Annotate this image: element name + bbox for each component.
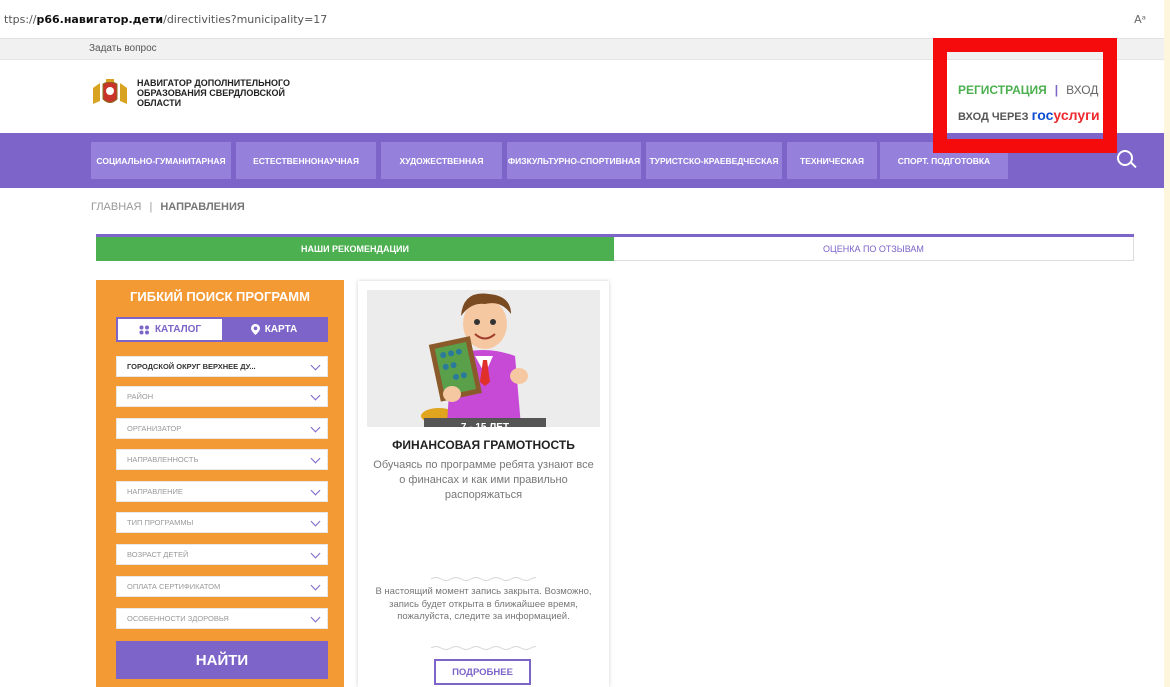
address-bar[interactable]: ttps://р66.навигатор.дети/directivities?… [0, 0, 1164, 39]
chevron-down-icon [310, 612, 321, 623]
more-details-button[interactable]: ПОДРОБНЕЕ [434, 659, 531, 685]
sort-tabs: НАШИ РЕКОМЕНДАЦИИ ОЦЕНКА ПО ОТЗЫВАМ [96, 234, 1134, 261]
nav-item-social[interactable]: СОЦИАЛЬНО-ГУМАНИТАРНАЯ [91, 142, 231, 179]
breadcrumb-current: НАПРАВЛЕНИЯ [160, 201, 245, 213]
chevron-down-icon [310, 580, 321, 591]
search-icon[interactable] [1117, 150, 1133, 166]
browser-window: ttps://р66.навигатор.дети/directivities?… [0, 0, 1164, 687]
red-highlight-frame [933, 38, 1117, 153]
ask-question-link[interactable]: Задать вопрос [89, 43, 157, 54]
nav-item-science[interactable]: ЕСТЕСТВЕННОНАУЧНАЯ [236, 142, 376, 179]
breadcrumb-home[interactable]: ГЛАВНАЯ [91, 201, 141, 213]
direction-select[interactable]: НАПРАВЛЕНИЕ [116, 481, 328, 502]
reader-mode-icon[interactable]: Aᵃ [1134, 13, 1146, 26]
enrollment-status-note: В настоящий момент запись закрыта. Возмо… [375, 586, 592, 622]
site-title[interactable]: НАВИГАТОР ДОПОЛНИТЕЛЬНОГО ОБРАЗОВАНИЯ СВ… [137, 78, 357, 108]
nav-item-technical[interactable]: ТЕХНИЧЕСКАЯ [787, 142, 877, 179]
chevron-down-icon [310, 360, 321, 371]
nav-item-art[interactable]: ХУДОЖЕСТВЕННАЯ [381, 142, 502, 179]
map-pin-icon [250, 324, 260, 335]
age-select[interactable]: ВОЗРАСТ ДЕТЕЙ [116, 544, 328, 565]
filter-panel: ГИБКИЙ ПОИСК ПРОГРАММ КАТАЛОГ КАРТА ГОРО… [96, 280, 344, 687]
url-text[interactable]: ttps://р66.навигатор.дети/directivities?… [0, 13, 327, 26]
coat-of-arms-icon[interactable] [91, 79, 129, 107]
find-button[interactable]: НАЙТИ [116, 641, 328, 679]
view-toggle: КАТАЛОГ КАРТА [116, 317, 328, 342]
program-image[interactable]: 7 - 15 ЛЕТ [367, 290, 600, 427]
program-type-select[interactable]: ТИП ПРОГРАММЫ [116, 512, 328, 533]
nav-item-tourism[interactable]: ТУРИСТСКО-КРАЕВЕДЧЕСКАЯ [646, 142, 782, 179]
age-badge: 7 - 15 ЛЕТ [424, 418, 546, 427]
grid-icon [139, 325, 149, 334]
tab-reviews[interactable]: ОЦЕНКА ПО ОТЗЫВАМ [614, 237, 1134, 261]
tab-recommendations[interactable]: НАШИ РЕКОМЕНДАЦИИ [96, 237, 614, 261]
wavy-divider [431, 646, 536, 650]
chevron-down-icon [310, 485, 321, 496]
nav-item-sport[interactable]: ФИЗКУЛЬТУРНО-СПОРТИВНАЯ [507, 142, 641, 179]
chevron-down-icon [310, 516, 321, 527]
chevron-down-icon [310, 548, 321, 559]
focus-select[interactable]: НАПРАВЛЕННОСТЬ [116, 449, 328, 470]
program-title[interactable]: ФИНАНСОВАЯ ГРАМОТНОСТЬ [358, 438, 609, 452]
chevron-down-icon [310, 422, 321, 433]
filter-title: ГИБКИЙ ПОИСК ПРОГРАММ [130, 289, 310, 304]
map-button[interactable]: КАРТА [222, 319, 326, 340]
wavy-divider [431, 577, 536, 581]
boy-with-abacus-illustration [367, 290, 600, 427]
chevron-down-icon [310, 390, 321, 401]
program-description: Обучаясь по программе ребята узнают все … [373, 459, 594, 501]
district-select[interactable]: РАЙОН [116, 386, 328, 407]
catalog-button[interactable]: КАТАЛОГ [118, 319, 222, 340]
health-features-select[interactable]: ОСОБЕННОСТИ ЗДОРОВЬЯ [116, 608, 328, 629]
organizer-select[interactable]: ОРГАНИЗАТОР [116, 418, 328, 439]
program-card[interactable]: 7 - 15 ЛЕТ ФИНАНСОВАЯ ГРАМОТНОСТЬ Обучая… [358, 281, 609, 687]
certificate-payment-select[interactable]: ОПЛАТА СЕРТИФИКАТОМ [116, 576, 328, 597]
chevron-down-icon [310, 453, 321, 464]
breadcrumb: ГЛАВНАЯ | НАПРАВЛЕНИЯ [91, 201, 245, 213]
municipality-select[interactable]: ГОРОДСКОЙ ОКРУГ ВЕРХНЕЕ ДУ... [116, 356, 328, 377]
